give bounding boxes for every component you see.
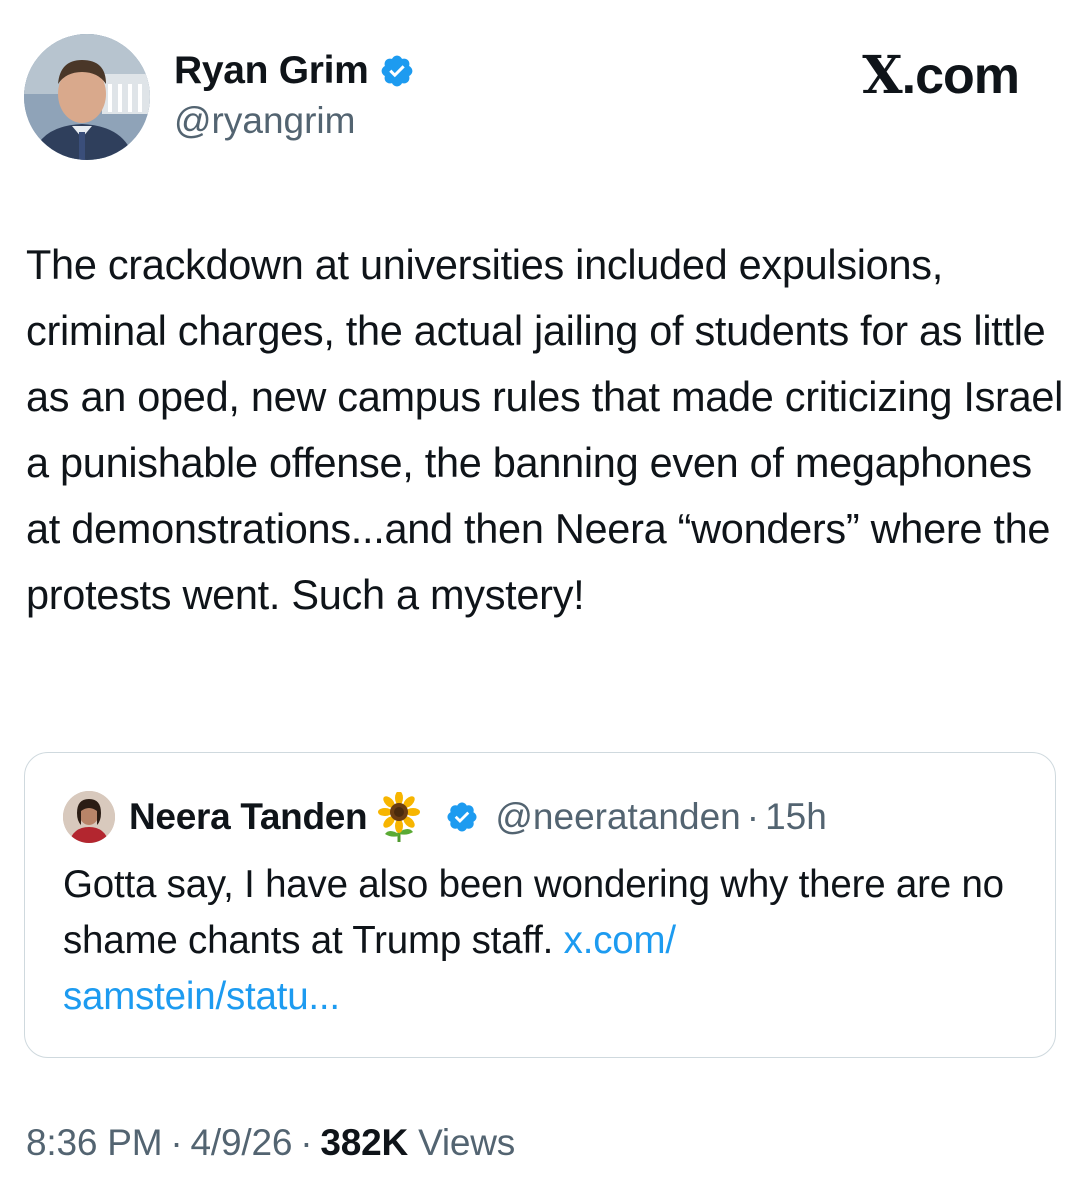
views-count[interactable]: 382K [320, 1122, 408, 1163]
brand-logo-text: X.com [862, 45, 1020, 106]
brand-domain-suffix: .com [901, 47, 1020, 105]
author-name[interactable]: Ryan Grim [174, 48, 369, 94]
quoted-author-avatar[interactable] [63, 791, 115, 843]
quoted-link-line-1[interactable]: x.com/ [564, 919, 676, 962]
meta-separator: · [300, 1122, 313, 1163]
tweet-meta: 8:36 PM · 4/9/26 · 382K Views [26, 1122, 515, 1164]
author-name-row: Ryan Grim [174, 48, 415, 94]
verified-badge-icon [447, 802, 477, 832]
author-handle[interactable]: @ryangrim [174, 98, 415, 144]
tweet-date[interactable]: 4/9/26 [191, 1122, 293, 1163]
verified-badge-icon [381, 55, 412, 87]
tweet-header: Ryan Grim @ryangrim X.com [24, 34, 1059, 164]
author-avatar[interactable] [24, 34, 150, 160]
quoted-timestamp[interactable]: 15h [765, 796, 827, 838]
quoted-tweet-card[interactable]: Neera Tanden @neeratanden · 15h Gotta sa… [24, 752, 1056, 1058]
quoted-author-name[interactable]: Neera Tanden [129, 796, 368, 838]
x-logo: X.com [862, 45, 1020, 106]
x-glyph-icon: X [862, 45, 902, 106]
sunflower-icon [378, 792, 421, 842]
quoted-tweet-text: Gotta say, I have also been wondering wh… [63, 857, 1023, 1025]
tweet-text: The crackdown at universities included e… [26, 241, 1064, 618]
quoted-author-handle[interactable]: @neeratanden [495, 796, 740, 838]
profile-photo-icon [24, 34, 150, 160]
meta-separator: · [170, 1122, 183, 1163]
profile-photo-icon [63, 791, 115, 843]
views-label: Views [418, 1122, 516, 1163]
tweet-time[interactable]: 8:36 PM [26, 1122, 163, 1163]
quoted-link-line-2[interactable]: samstein/statu... [63, 975, 340, 1018]
quoted-separator: · [746, 796, 760, 837]
quoted-tweet-body: Gotta say, I have also been wondering wh… [63, 863, 1004, 962]
author-info: Ryan Grim @ryangrim [174, 48, 415, 144]
quoted-tweet-header: Neera Tanden @neeratanden · 15h [63, 789, 827, 845]
